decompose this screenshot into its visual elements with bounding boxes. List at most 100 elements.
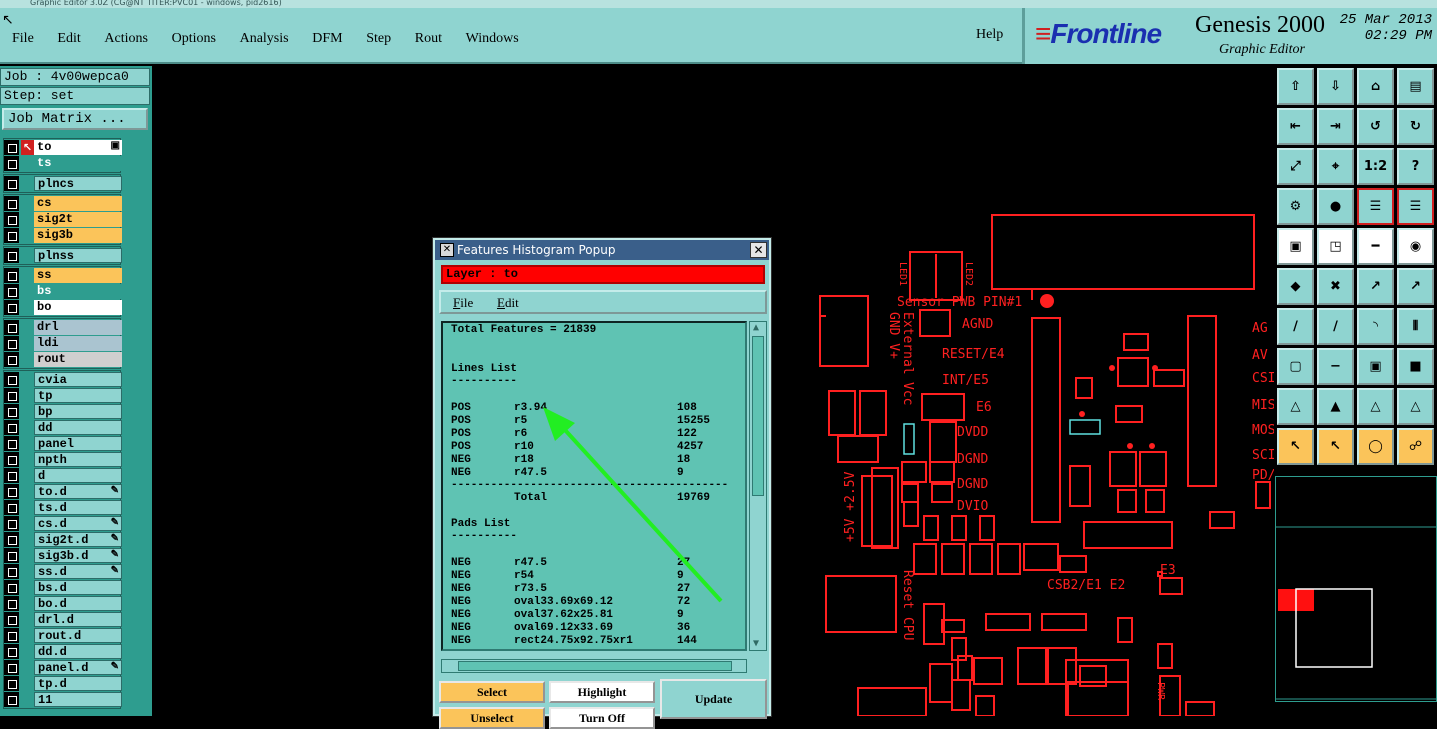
layer-row[interactable]: sig3b.d ✎ <box>4 548 122 563</box>
layer-checkbox[interactable] <box>4 284 19 299</box>
menu-windows[interactable]: Windows <box>466 31 519 46</box>
layer-row[interactable]: ts.d <box>4 500 122 515</box>
layer-row[interactable]: bo.d <box>4 596 122 611</box>
layer-row[interactable]: tp.d <box>4 676 122 691</box>
layer-name[interactable]: dd <box>34 420 122 435</box>
layer-checkbox[interactable] <box>4 320 19 335</box>
layer-checkbox[interactable] <box>4 228 19 243</box>
arc-icon[interactable]: ◝ <box>1357 308 1394 345</box>
cross-icon[interactable]: ✖ <box>1317 268 1354 305</box>
layer-checkbox[interactable] <box>4 352 19 367</box>
popup-menu-edit[interactable]: Edit <box>497 295 519 311</box>
layer-checkbox[interactable] <box>4 548 19 563</box>
layer-checkbox[interactable] <box>4 248 19 263</box>
layer-checkbox[interactable] <box>4 660 19 675</box>
arrow-line-icon[interactable]: ↗ <box>1357 268 1394 305</box>
layer-row[interactable]: plnss <box>4 248 122 263</box>
layer-checkbox[interactable] <box>4 176 19 191</box>
layer-checkbox[interactable] <box>4 300 19 315</box>
help-icon[interactable]: ? <box>1397 148 1434 185</box>
job-matrix-button[interactable]: Job Matrix ... <box>2 108 148 130</box>
layer-row[interactable]: rout.d <box>4 628 122 643</box>
layer-name[interactable]: panel.d ✎ <box>34 660 122 675</box>
layer-row[interactable]: npth <box>4 452 122 467</box>
layer-row[interactable]: dd <box>4 420 122 435</box>
triangle-2-icon[interactable]: ▲ <box>1317 388 1354 425</box>
layer-row[interactable]: tp <box>4 388 122 403</box>
triangle-3-icon[interactable]: △ <box>1357 388 1394 425</box>
layer-row[interactable]: panel <box>4 436 122 451</box>
popup-titlebar[interactable]: ✕ Features Histogram Popup <box>435 240 769 260</box>
select-box-icon[interactable]: ↖ <box>1317 428 1354 465</box>
menu-dfm[interactable]: DFM <box>312 31 342 46</box>
layer-checkbox[interactable] <box>4 196 19 211</box>
layer-checkbox[interactable] <box>4 436 19 451</box>
frame-icon[interactable]: ▣ <box>1357 348 1394 385</box>
close-icon[interactable]: ✕ <box>750 242 767 258</box>
window-menu-icon[interactable]: ✕ <box>440 243 454 257</box>
menu-analysis[interactable]: Analysis <box>240 31 289 46</box>
turn-off-button[interactable]: Turn Off <box>549 707 655 729</box>
layer-name[interactable]: bs.d <box>34 580 122 595</box>
layer-name[interactable]: bo <box>34 300 122 315</box>
layer-name[interactable]: drl <box>34 320 122 335</box>
layer-checkbox[interactable] <box>4 420 19 435</box>
layer-row[interactable]: cvia <box>4 372 122 387</box>
layer-checkbox[interactable] <box>4 212 19 227</box>
layer-name[interactable]: bo.d <box>34 596 122 611</box>
layer-name[interactable]: drl.d <box>34 612 122 627</box>
window-icon[interactable]: ▤ <box>1397 68 1434 105</box>
pad-icon[interactable]: ◉ <box>1397 228 1434 265</box>
layer-row[interactable]: panel.d ✎ <box>4 660 122 675</box>
layer-row[interactable]: ss.d ✎ <box>4 564 122 579</box>
h-scroll-thumb[interactable] <box>458 661 732 671</box>
layer-name[interactable]: ss.d ✎ <box>34 564 122 579</box>
triangle-4-icon[interactable]: △ <box>1397 388 1434 425</box>
menu-options[interactable]: Options <box>172 31 216 46</box>
layer-name[interactable]: sig2t <box>34 212 122 227</box>
layer-checkbox[interactable] <box>4 612 19 627</box>
layer-row[interactable]: cs <box>4 196 122 211</box>
layer-row[interactable]: bp <box>4 404 122 419</box>
layer-checkbox[interactable] <box>4 500 19 515</box>
menu-help[interactable]: Help <box>976 27 1003 43</box>
layer-stack-2-icon[interactable]: ☰ <box>1397 188 1434 225</box>
layer-row[interactable]: sig2t.d ✎ <box>4 532 122 547</box>
layer-checkbox[interactable] <box>4 516 19 531</box>
layer-row[interactable]: plncs <box>4 176 122 191</box>
layer-checkbox[interactable] <box>4 268 19 283</box>
layer-name[interactable]: d <box>34 468 122 483</box>
layer-row[interactable]: sig3b <box>4 228 122 243</box>
scroll-down-icon[interactable]: ▼ <box>753 638 759 649</box>
layer-row[interactable]: dd.d <box>4 644 122 659</box>
pan-right-icon[interactable]: ⇥ <box>1317 108 1354 145</box>
move-icon[interactable]: ▢ <box>1277 348 1314 385</box>
layer-row[interactable]: cs.d ✎ <box>4 516 122 531</box>
arrow-point-icon[interactable]: ↗ <box>1397 268 1434 305</box>
layer-row[interactable]: d <box>4 468 122 483</box>
layer-name[interactable]: bs <box>34 284 122 299</box>
layer-name[interactable]: bp <box>34 404 122 419</box>
layer-row[interactable]: bo <box>4 300 122 315</box>
layer-row[interactable]: ldi <box>4 336 122 351</box>
layer-row[interactable]: drl.d <box>4 612 122 627</box>
triangle-icon[interactable]: △ <box>1277 388 1314 425</box>
menu-rout[interactable]: Rout <box>415 31 442 46</box>
layer-name[interactable]: plnss <box>34 248 122 263</box>
layer-name[interactable]: npth <box>34 452 122 467</box>
scroll-up-icon[interactable]: ▲ <box>753 322 759 333</box>
split-icon[interactable]: ⫴ <box>1397 308 1434 345</box>
histogram-text-area[interactable]: Total Features = 21839 Lines List ------… <box>441 321 747 651</box>
layer-name[interactable]: sig2t.d ✎ <box>34 532 122 547</box>
layer-checkbox[interactable] <box>4 404 19 419</box>
select-icon[interactable]: ↖ <box>1277 428 1314 465</box>
layer-checkbox[interactable] <box>4 628 19 643</box>
layer-checkbox[interactable] <box>4 644 19 659</box>
layer-row[interactable]: rout <box>4 352 122 367</box>
horizontal-scrollbar[interactable] <box>441 659 747 673</box>
layer-checkbox[interactable] <box>4 140 19 155</box>
layer-name[interactable]: 11 <box>34 692 122 707</box>
layer-checkbox[interactable] <box>4 336 19 351</box>
layer-name[interactable]: plncs <box>34 176 122 191</box>
snap-icon[interactable]: ▣ <box>1277 228 1314 265</box>
